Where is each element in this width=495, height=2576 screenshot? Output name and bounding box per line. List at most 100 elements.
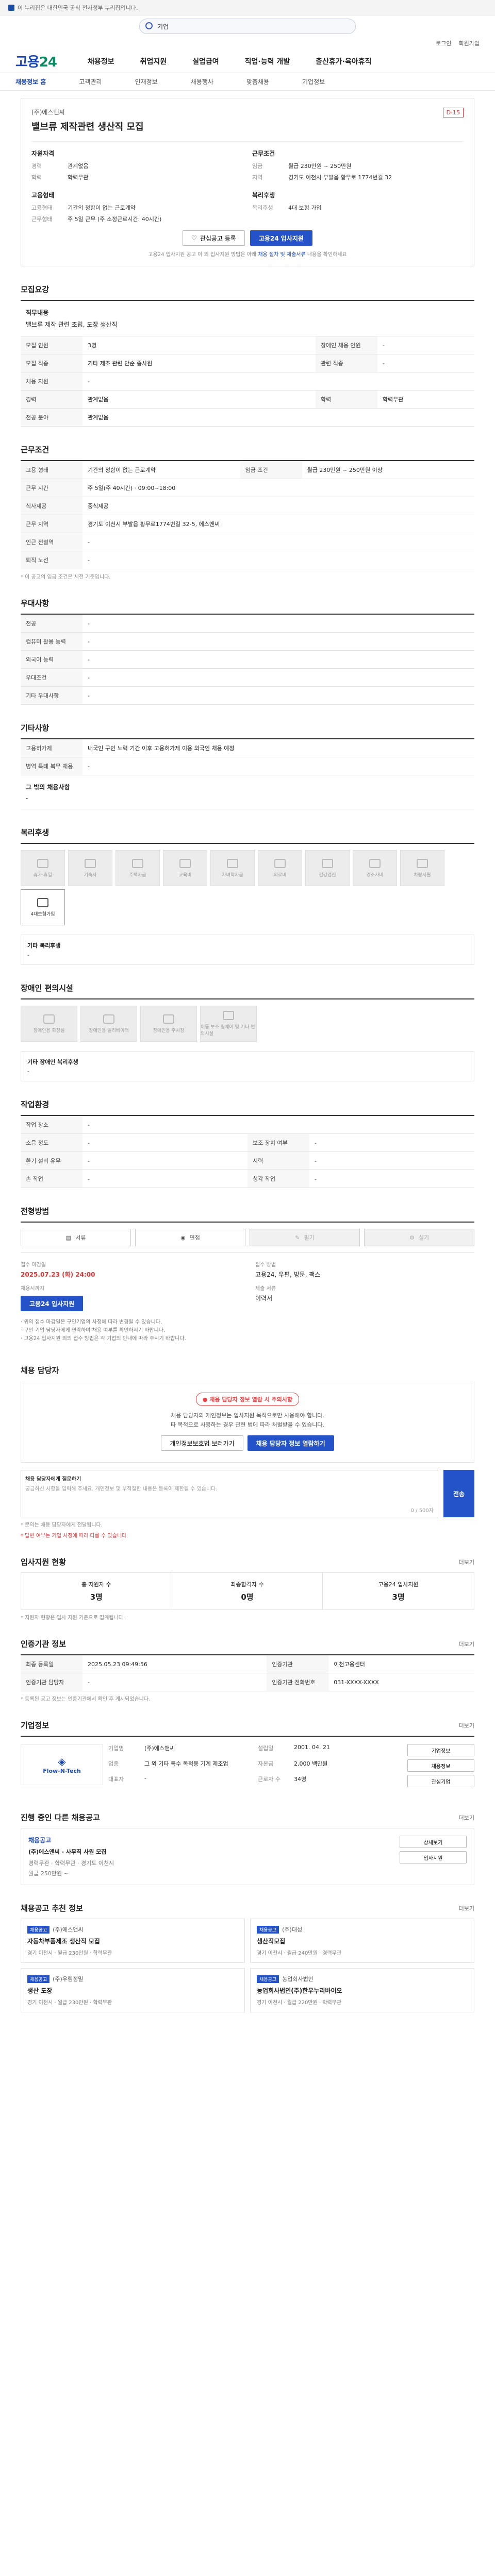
more-link[interactable]: 더보기 <box>459 1904 474 1912</box>
manager-box: ● 채용 담당자 정보 열람 시 주의사항 채용 담당자의 개인정보는 입사지원… <box>21 1381 474 1463</box>
inquiry-send-button[interactable]: 전송 <box>443 1470 474 1518</box>
list-item[interactable]: 채용공고 (주)우림정밀 생산 도장 경기 이천시 · 월급 230만원 · 학력무관 <box>21 1968 245 2013</box>
company-card: ◈ Flow-N-Tech 기업명 (주)에스앤씨 업종 그 외 기타 특수 목적용 … <box>21 1736 474 1794</box>
method-block: 접수 방법 고용24, 우편, 방문, 팩스 제출 서류 이력서 <box>255 1262 321 1302</box>
apply-status-title: 입사지원 현황 더보기 <box>21 1557 474 1567</box>
util-links: 로그인 회원가입 <box>0 37 495 49</box>
job-summary: 자원자격 경력 관계없음 학력 학력무관 근무조건 임금 월급 230만원 ~ 250… <box>31 141 464 223</box>
summary-welfare: 복리후생 복리후생 4대 보험 가입 <box>252 192 322 211</box>
lnb-item-talent[interactable]: 인재정보 <box>135 77 158 86</box>
alert-icon: ● <box>202 1396 208 1403</box>
step-document: ▤ 서류 <box>21 1229 131 1246</box>
list-item[interactable]: 채용공고 (주)대성 생산직모집 경기 이천시 · 월급 240만원 · 경력무관 <box>250 1919 474 1963</box>
gov-notice-bar: 이 누리집은 대한민국 공식 전자정부 누리집입니다. <box>0 0 495 15</box>
other-detail-button[interactable]: 상세보기 <box>400 1836 467 1849</box>
manager-section: 채용 담당자 ● 채용 담당자 정보 열람 시 주의사항 채용 담당자의 개인정… <box>21 1365 474 1539</box>
more-link[interactable]: 더보기 <box>459 1558 474 1566</box>
company-jobs-button[interactable]: 채용정보 <box>407 1759 474 1772</box>
search-wrap <box>139 19 356 34</box>
valve-icon: ◈ <box>58 1755 66 1768</box>
other-job-card[interactable]: 채용공고 (주)에스앤씨 - 사무직 사원 모집 경력무관 · 학력무관 · 경… <box>21 1828 474 1886</box>
table-row: 소음 정도 - 보조 장치 여부 - <box>21 1133 474 1152</box>
table-row: 퇴직 노선 - <box>21 551 474 569</box>
process-notes: · 위의 접수 마감일은 구인기업의 사정에 따라 변경될 수 있습니다. · … <box>21 1319 186 1342</box>
table-row: 인증기관 담당자 - 인증기관 전화번호 031-XXXX-XXXX <box>21 1673 474 1692</box>
wage-caution: * 이 공고의 임금 조건은 세전 기준입니다. <box>21 574 111 580</box>
welfare-tile: 교육비 <box>163 850 207 886</box>
search-input[interactable] <box>139 19 356 34</box>
lnb-item-company[interactable]: 기업정보 <box>302 77 325 86</box>
apply-stats: 총 지원자 수 3명 최종합격자 수 0명 고용24 입사지원 3명 <box>21 1572 474 1611</box>
welfare-title: 복리후생 <box>21 828 50 837</box>
other-section: 진행 중인 다른 채용공고 더보기 채용공고 (주)에스앤씨 - 사무직 사원 모… <box>21 1812 474 1886</box>
site-logo[interactable]: 고용24 <box>15 52 57 71</box>
scrap-button[interactable]: ♡ 관심공고 등록 <box>183 230 245 246</box>
more-link[interactable]: 더보기 <box>459 1640 474 1648</box>
lnb-item-event[interactable]: 채용행사 <box>191 77 213 86</box>
table-row: 전공 분야 관계없음 <box>21 408 474 427</box>
etc-table: 고용허가제 내국인 구인 노력 기간 이후 고용허가제 이용 외국인 채용 예정 … <box>21 739 474 775</box>
work-section: 근무조건 고용 형태 기간의 정함이 없는 근로계약 임금 조건 월급 230만원 ~… <box>21 444 474 580</box>
welfare-tile-active: 4대보험가입 <box>21 889 65 925</box>
job-header-card: (주)에스앤씨 밸브류 제작관련 생산직 모집 D-15 자원자격 경력 관계없음… <box>21 98 474 266</box>
join-link[interactable]: 회원가입 <box>459 39 480 47</box>
parking-icon <box>163 1014 174 1024</box>
restroom-icon <box>43 1014 55 1024</box>
elevator-icon <box>103 1014 114 1024</box>
more-link[interactable]: 더보기 <box>459 1814 474 1822</box>
search-icon[interactable] <box>145 22 153 29</box>
privacy-law-button[interactable]: 개인정보보호법 보러가기 <box>161 1435 243 1451</box>
gnb-item-support[interactable]: 취업지원 <box>140 56 167 66</box>
heart-icon: ♡ <box>191 234 197 242</box>
gift-icon <box>369 858 381 868</box>
view-manager-button[interactable]: 채용 담당자 정보 열람하기 <box>247 1435 334 1451</box>
company-info-a: 기업명 (주)에스앤씨 업종 그 외 기타 특수 목적용 기계 제조업 대표자 - <box>108 1745 228 1783</box>
gnb-item-training[interactable]: 직업·능력 개발 <box>245 56 290 66</box>
inquiry-textarea[interactable]: 채용 담당자에게 질문하기 궁금하신 사항을 입력해 주세요. 개인정보 및 부… <box>21 1470 438 1518</box>
apply-method-link[interactable]: 채용 절차 및 제출서류 <box>258 252 305 258</box>
gnb-menu: 채용정보 취업지원 실업급여 직업·능력 개발 출산휴가·육아휴직 <box>88 56 371 66</box>
login-link[interactable]: 로그인 <box>436 39 451 47</box>
wheelchair-icon <box>223 1011 234 1020</box>
stat-total: 총 지원자 수 3명 <box>21 1573 172 1610</box>
favorite-company-button[interactable]: 관심기업 <box>407 1775 474 1788</box>
etc-section: 기타사항 고용허가제 내국인 구인 노력 기간 이후 고용허가제 이용 외국인 채… <box>21 722 474 809</box>
apply-button[interactable]: 고용24 입사지원 <box>250 230 312 246</box>
lnb-item-custom[interactable]: 맞춤채용 <box>246 77 269 86</box>
gnb-item-benefit[interactable]: 실업급여 <box>192 56 219 66</box>
search-bar <box>0 15 495 37</box>
job-title: 밸브류 제작관련 생산직 모집 <box>31 122 144 132</box>
company-info-button[interactable]: 기업정보 <box>407 1744 474 1757</box>
company-logo: ◈ Flow-N-Tech <box>21 1744 103 1786</box>
list-item[interactable]: 채용공고 (주)에스앤씨 자동차부품제조 생산직 모집 경기 이천시 · 월급 230… <box>21 1919 245 1963</box>
table-row: 식사제공 중식제공 <box>21 497 474 515</box>
education-icon <box>179 858 191 868</box>
gnb-item-leave[interactable]: 출산휴가·육아휴직 <box>316 56 371 66</box>
medical-icon <box>274 858 286 868</box>
more-link[interactable]: 더보기 <box>459 1721 474 1730</box>
house-icon <box>132 858 143 868</box>
apply-button-2[interactable]: 고용24 입사지원 <box>21 1296 84 1311</box>
table-row: 근무 시간 주 5일(주 40시간) · 09:00~18:00 <box>21 479 474 497</box>
gov-flag-icon <box>8 4 14 11</box>
summary-employment: 고용형태 고용형태 기간의 정함이 없는 근로계약 근무형태 주 5일 근무 (주 … <box>31 192 162 223</box>
tool-icon: ⚙ <box>409 1234 415 1241</box>
company-name[interactable]: (주)에스앤씨 <box>31 108 464 116</box>
company-info-b: 설립일 2001. 04. 21 자본금 2,000 백만원 근로자 수 34명 <box>258 1744 330 1783</box>
other-apply-button[interactable]: 입사지원 <box>400 1851 467 1864</box>
company-buttons: 기업정보 채용정보 관심기업 <box>407 1744 474 1788</box>
table-row: 근무 지역 경기도 이천시 부발읍 황무로1774번길 32-5, 에스앤씨 <box>21 515 474 533</box>
table-row: 채용 지원 - <box>21 372 474 391</box>
pen-icon: ✎ <box>295 1234 300 1241</box>
process-title: 전형방법 <box>21 1207 50 1216</box>
lnb-item-home[interactable]: 채용정보 홈 <box>15 77 46 86</box>
list-item[interactable]: 채용공고 농업회사법인 농업회사법인(주)한우누리바이오 경기 이천시 · 월급 22… <box>250 1968 474 2013</box>
warning-badge: ● 채용 담당자 정보 열람 시 주의사항 <box>195 1393 300 1406</box>
reco-grid: 채용공고 (주)에스앤씨 자동차부품제조 생산직 모집 경기 이천시 · 월급 230… <box>21 1919 474 2013</box>
recruit-table: 모집 인원 3명 장애인 채용 인원 - 모집 직종 기타 제조 관련 단순 종사원 관련… <box>21 336 474 427</box>
gnb-item-jobs[interactable]: 채용정보 <box>88 56 114 66</box>
lnb-item-customer[interactable]: 고객관리 <box>79 77 102 86</box>
disability-tile: 장애인용 주차장 <box>140 1006 197 1042</box>
other-title: 진행 중인 다른 채용공고 더보기 <box>21 1813 474 1823</box>
manager-actions: 개인정보보호법 보러가기 채용 담당자 정보 열람하기 <box>32 1435 463 1451</box>
